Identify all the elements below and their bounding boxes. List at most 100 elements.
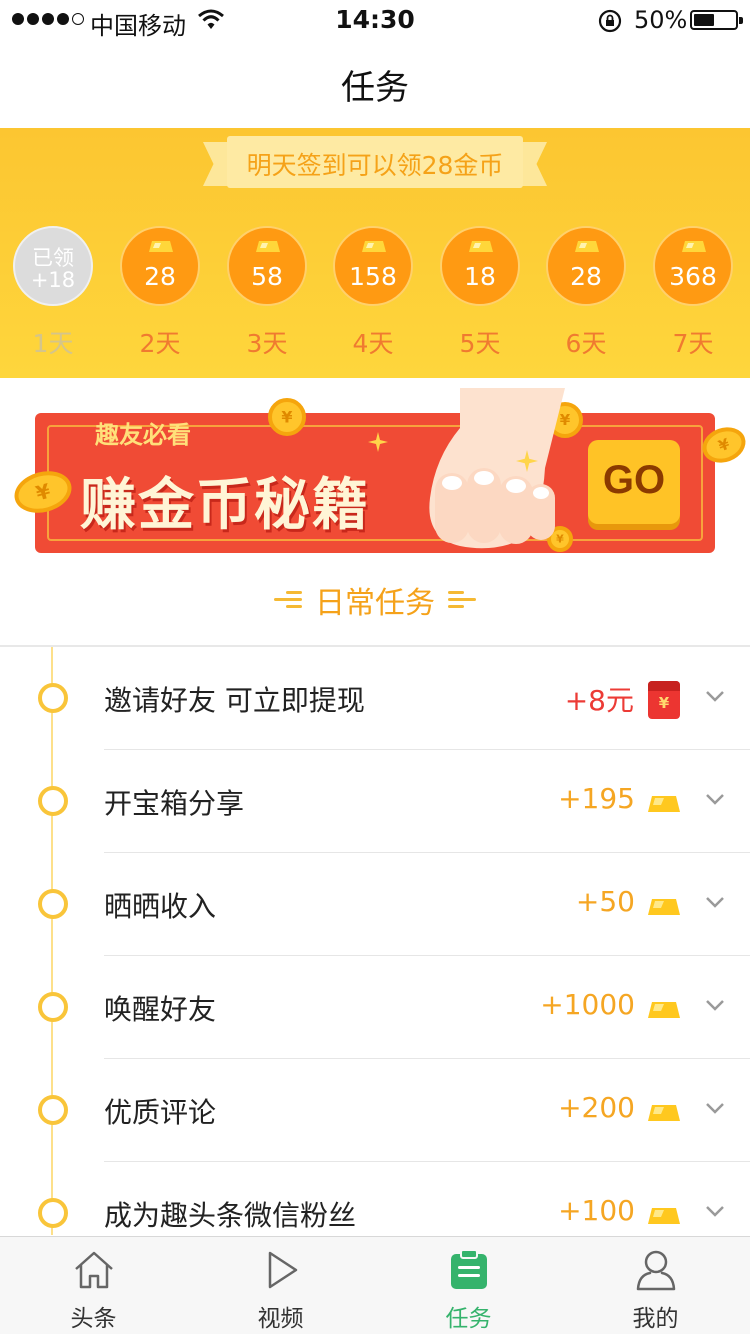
day-amount: 28 bbox=[144, 262, 176, 291]
timeline-node-icon bbox=[38, 786, 68, 816]
signin-panel: 明天签到可以领28金币 已领 +18 1天 28 2天 58 3天 158 4天… bbox=[0, 128, 750, 378]
day-amount: +18 bbox=[30, 268, 76, 292]
tab-label: 视频 bbox=[257, 1306, 304, 1332]
chevron-down-icon[interactable] bbox=[704, 893, 726, 911]
hand-illustration bbox=[429, 388, 565, 549]
day-amount: 18 bbox=[464, 262, 496, 291]
day-label: 3天 bbox=[246, 329, 288, 358]
signin-day-6[interactable]: 28 6天 bbox=[545, 226, 627, 360]
battery-percentage: 50% bbox=[634, 6, 688, 34]
gold-ingot-icon bbox=[256, 241, 280, 252]
battery-icon bbox=[690, 10, 743, 30]
red-envelope-icon: ¥ bbox=[648, 681, 680, 719]
timeline-node-icon bbox=[38, 683, 68, 713]
day-label: 2天 bbox=[139, 329, 181, 358]
task-list: 邀请好友 可立即提现 +8元 ¥ 开宝箱分享 +195 晒晒收入 +50 唤醒好… bbox=[0, 647, 750, 1235]
task-row-quality-comment[interactable]: 优质评论 +200 bbox=[0, 1059, 750, 1162]
banner-headline: 赚金币秘籍 bbox=[80, 473, 370, 538]
timeline-node-icon bbox=[38, 1095, 68, 1125]
signin-notice-text: 明天签到可以领28金币 bbox=[246, 151, 504, 180]
envelope-symbol: ¥ bbox=[658, 694, 670, 712]
daily-tasks-header: 日常任务 bbox=[0, 578, 750, 622]
gold-ingot-icon bbox=[648, 1208, 680, 1224]
gold-ingot-icon bbox=[362, 241, 386, 252]
gold-ingot-icon bbox=[648, 899, 680, 915]
chevron-down-icon[interactable] bbox=[704, 1202, 726, 1220]
signin-day-3[interactable]: 58 3天 bbox=[226, 226, 308, 360]
chevron-down-icon[interactable] bbox=[704, 790, 726, 808]
task-row-wake-friends[interactable]: 唤醒好友 +1000 bbox=[0, 956, 750, 1059]
day-amount: 368 bbox=[669, 262, 717, 291]
task-row-wechat-follower[interactable]: 成为趣头条微信粉丝 +100 bbox=[0, 1162, 750, 1235]
task-name: 成为趣头条微信粉丝 bbox=[104, 1199, 357, 1232]
task-reward: +200 bbox=[558, 1091, 635, 1124]
chevron-down-icon[interactable] bbox=[704, 687, 726, 705]
task-reward: +8元 bbox=[564, 684, 634, 717]
signin-day-2[interactable]: 28 2天 bbox=[119, 226, 201, 360]
tab-headlines[interactable]: 头条 bbox=[0, 1237, 187, 1334]
signin-day-1[interactable]: 已领 +18 1天 bbox=[12, 226, 94, 360]
day-amount: 28 bbox=[570, 262, 602, 291]
claimed-coin-badge: 已领 +18 bbox=[13, 226, 93, 306]
play-icon bbox=[268, 1251, 298, 1289]
navigation-bar: 任务 bbox=[0, 40, 750, 128]
task-name: 优质评论 bbox=[104, 1096, 217, 1129]
go-button[interactable]: GO bbox=[588, 440, 680, 524]
chevron-down-icon[interactable] bbox=[704, 1099, 726, 1117]
gold-ingot-icon bbox=[648, 1105, 680, 1121]
signin-day-7[interactable]: 368 7天 bbox=[652, 226, 734, 360]
decoration-lines-icon bbox=[448, 591, 477, 609]
task-name: 邀请好友 可立即提现 bbox=[104, 684, 365, 717]
day-amount: 58 bbox=[251, 262, 283, 291]
task-name: 唤醒好友 bbox=[104, 993, 217, 1026]
task-reward: +1000 bbox=[540, 988, 635, 1021]
user-icon bbox=[636, 1250, 676, 1291]
sparkle-icon bbox=[516, 450, 538, 472]
coin-icon bbox=[268, 398, 306, 436]
tab-tasks[interactable]: 任务 bbox=[375, 1237, 562, 1334]
gold-ingot-icon bbox=[648, 1002, 680, 1018]
gold-ingot-icon bbox=[469, 241, 493, 252]
gold-ingot-icon bbox=[682, 241, 706, 252]
gold-ingot-icon bbox=[575, 241, 599, 252]
signin-day-5[interactable]: 18 5天 bbox=[439, 226, 521, 360]
chevron-down-icon[interactable] bbox=[704, 996, 726, 1014]
clipboard-icon bbox=[451, 1249, 487, 1289]
tab-label: 我的 bbox=[632, 1306, 679, 1332]
rotation-lock-icon bbox=[598, 9, 622, 33]
status-bar: 中国移动 14:30 50% bbox=[0, 0, 750, 40]
go-button-label: GO bbox=[602, 458, 666, 502]
task-name: 晒晒收入 bbox=[104, 890, 217, 923]
tab-label: 头条 bbox=[70, 1306, 117, 1332]
timeline-node-icon bbox=[38, 1198, 68, 1228]
earn-coins-guide-banner[interactable]: 趣友必看 赚金币秘籍 GO bbox=[9, 388, 750, 563]
sparkle-icon bbox=[368, 432, 388, 452]
day-label: 5天 bbox=[459, 329, 501, 358]
tab-profile[interactable]: 我的 bbox=[562, 1237, 749, 1334]
coin-badge: 28 bbox=[120, 226, 200, 306]
timeline-node-icon bbox=[38, 992, 68, 1022]
day-label: 7天 bbox=[672, 329, 714, 358]
timeline-node-icon bbox=[38, 889, 68, 919]
day-label: 1天 bbox=[32, 329, 74, 358]
task-reward: +195 bbox=[558, 782, 635, 815]
task-row-invite-friends[interactable]: 邀请好友 可立即提现 +8元 ¥ bbox=[0, 647, 750, 750]
home-icon bbox=[75, 1251, 113, 1289]
task-row-open-chest-share[interactable]: 开宝箱分享 +195 bbox=[0, 750, 750, 853]
coin-badge: 28 bbox=[546, 226, 626, 306]
tab-bar: 头条 视频 任务 我的 bbox=[0, 1236, 750, 1334]
day-label: 6天 bbox=[565, 329, 607, 358]
tab-video[interactable]: 视频 bbox=[187, 1237, 374, 1334]
task-reward: +100 bbox=[558, 1194, 635, 1227]
gold-ingot-icon bbox=[149, 241, 173, 252]
coin-badge: 58 bbox=[227, 226, 307, 306]
decoration-lines-icon bbox=[273, 591, 302, 609]
signin-day-4[interactable]: 158 4天 bbox=[332, 226, 414, 360]
battery-fill bbox=[694, 14, 714, 26]
banner-tag: 趣友必看 bbox=[95, 421, 191, 449]
day-amount: 158 bbox=[349, 262, 397, 291]
section-title: 日常任务 bbox=[315, 586, 435, 621]
tab-label: 任务 bbox=[445, 1306, 492, 1332]
gold-ingot-icon bbox=[648, 796, 680, 812]
task-row-share-income[interactable]: 晒晒收入 +50 bbox=[0, 853, 750, 956]
